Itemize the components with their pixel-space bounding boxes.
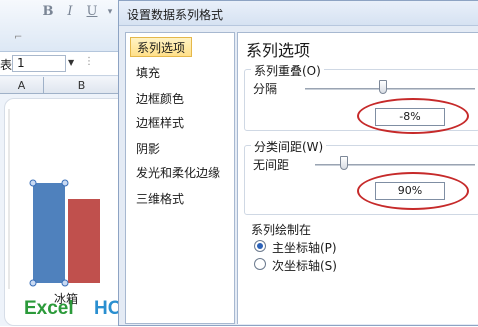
- radio-secondary-axis[interactable]: [254, 258, 266, 270]
- secondary-axis-label: 次坐标轴(S): [272, 259, 337, 273]
- italic-button[interactable]: I: [62, 4, 78, 20]
- nav-item-glow-soft-edges[interactable]: 发光和柔化边缘: [130, 163, 226, 183]
- selection-handle: [61, 279, 69, 287]
- bar-series-2[interactable]: [68, 199, 100, 283]
- nav-item-series-options[interactable]: 系列选项: [130, 37, 193, 57]
- dialog-title: 设置数据系列格式: [127, 8, 224, 22]
- splitter-icon[interactable]: ⋮: [84, 56, 94, 67]
- format-painter-icon[interactable]: ⌐: [14, 32, 26, 44]
- gap-width-label: 分类间距(W): [251, 138, 327, 155]
- highlight-ellipse: [357, 172, 469, 210]
- name-box[interactable]: 1: [12, 55, 66, 72]
- underline-button[interactable]: U: [84, 4, 100, 20]
- underline-dropdown-icon[interactable]: ▾: [102, 4, 118, 20]
- formula-bar: 表 1 ▼ ⋮: [0, 52, 130, 76]
- gap-width-slider[interactable]: [339, 156, 348, 170]
- column-header-b[interactable]: B: [44, 77, 120, 94]
- nav-item-border-style[interactable]: 边框样式: [130, 113, 190, 133]
- series-overlap-label: 系列重叠(O): [251, 62, 324, 79]
- excel-window: B I U ▾ ⌐ 表 1 ▼ ⋮ A B 冰箱 Excel HOM: [0, 0, 151, 326]
- namebox-label: 表: [0, 58, 13, 72]
- no-gap-label: 无间距: [253, 158, 290, 172]
- format-data-series-dialog: 设置数据系列格式 系列选项 填充 边框颜色 边框样式 阴影 发光和柔化边缘 三维…: [118, 0, 478, 326]
- chevron-down-icon[interactable]: ▼: [68, 58, 74, 67]
- highlight-ellipse: [357, 98, 469, 134]
- dialog-titlebar[interactable]: 设置数据系列格式: [119, 1, 478, 26]
- plot-series-on-group: 系列绘制在 主坐标轴(P) 次坐标轴(S): [244, 221, 354, 283]
- options-pane: 系列选项 系列重叠(O) 分隔 -8% 分类间距(W) 无间距 90% 系列绘制…: [237, 32, 478, 324]
- selection-handle: [29, 179, 37, 187]
- plot-series-on-label: 系列绘制在: [248, 221, 315, 238]
- primary-axis-label: 主坐标轴(P): [272, 241, 337, 255]
- category-list: 系列选项 填充 边框颜色 边框样式 阴影 发光和柔化边缘 三维格式: [125, 32, 235, 324]
- series-overlap-slider[interactable]: [379, 80, 388, 94]
- ribbon: B I U ▾ ⌐: [0, 0, 130, 52]
- bold-button[interactable]: B: [40, 4, 56, 20]
- selection-handle: [61, 179, 69, 187]
- bar-series-1[interactable]: [33, 183, 65, 283]
- column-header-a[interactable]: A: [0, 77, 44, 94]
- column-headers: A B: [0, 77, 130, 94]
- nav-item-fill[interactable]: 填充: [130, 63, 166, 83]
- nav-item-border-color[interactable]: 边框颜色: [130, 89, 190, 109]
- series-overlap-track[interactable]: [305, 88, 475, 90]
- radio-primary-axis[interactable]: [254, 240, 266, 252]
- pane-title: 系列选项: [246, 41, 311, 60]
- nav-item-shadow[interactable]: 阴影: [130, 139, 166, 159]
- separated-label: 分隔: [253, 82, 278, 96]
- series-overlap-group: 系列重叠(O) 分隔 -8%: [244, 62, 478, 134]
- selection-handle: [29, 279, 37, 287]
- nav-item-3d-format[interactable]: 三维格式: [130, 189, 190, 209]
- gap-width-group: 分类间距(W) 无间距 90%: [244, 138, 478, 215]
